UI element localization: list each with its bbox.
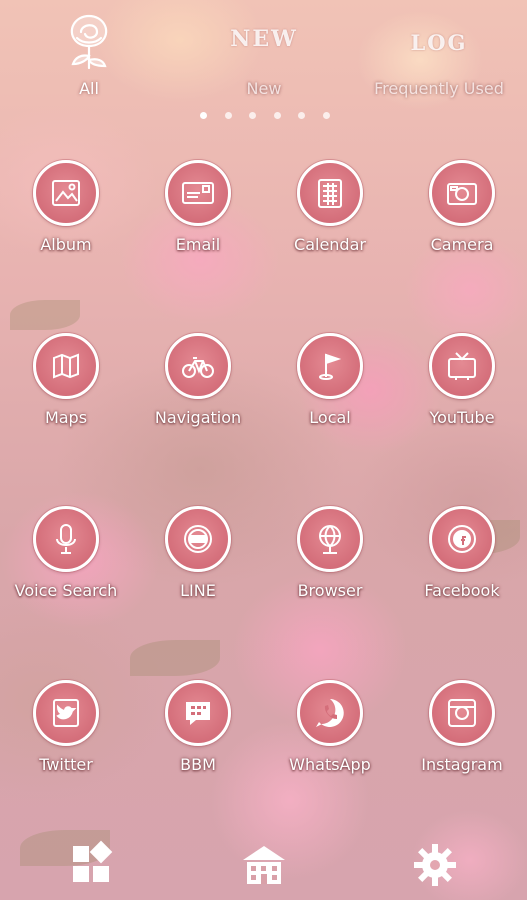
app-twitter[interactable]: Twitter [0, 680, 132, 795]
app-label: Browser [297, 581, 363, 600]
line-badge-icon [165, 506, 231, 572]
envelope-icon [165, 160, 231, 226]
picture-frame-icon [33, 160, 99, 226]
app-label: Twitter [39, 755, 93, 774]
app-voice-search[interactable]: Voice Search [0, 506, 132, 621]
bicycle-icon [165, 333, 231, 399]
app-album[interactable]: Album [0, 160, 132, 275]
app-camera[interactable]: Camera [396, 160, 527, 275]
app-youtube[interactable]: YouTube [396, 333, 527, 448]
page-indicator [200, 112, 330, 122]
facebook-badge-icon [429, 506, 495, 572]
app-drawer-button[interactable] [62, 837, 122, 893]
app-drawer-icon [73, 840, 113, 882]
app-label: BBM [180, 755, 216, 774]
app-label: Local [309, 408, 351, 427]
app-calendar[interactable]: Calendar [264, 160, 396, 275]
rose-icon [70, 14, 108, 70]
tab-bar: All NEW New LOG Frequently Used [0, 0, 527, 110]
page-dot [249, 112, 257, 119]
app-label: Facebook [424, 581, 500, 600]
settings-button[interactable] [405, 837, 465, 893]
instagram-camera-icon [429, 680, 495, 746]
app-label: Calendar [294, 235, 366, 254]
microphone-icon [33, 506, 99, 572]
app-label: LINE [180, 581, 216, 600]
settings-gear-icon [414, 844, 456, 886]
tab-label-all: All [79, 79, 99, 98]
app-label: Maps [44, 408, 88, 427]
app-label: Email [175, 235, 221, 254]
app-label: WhatsApp [289, 755, 371, 774]
tab-new[interactable]: NEW New [176, 0, 352, 110]
app-label: Instagram [421, 755, 503, 774]
wallpaper-leaf [10, 300, 80, 330]
log-emblem-text: LOG [410, 30, 468, 55]
app-maps[interactable]: Maps [0, 333, 132, 448]
app-label: Album [40, 235, 92, 254]
page-dot [273, 112, 281, 119]
app-label: Navigation [154, 408, 242, 427]
tab-all[interactable]: All [1, 0, 177, 110]
chat-bubble-icon [165, 680, 231, 746]
new-emblem-text: NEW [230, 26, 298, 52]
app-bbm[interactable]: BBM [132, 680, 264, 795]
bird-frame-icon [33, 680, 99, 746]
camera-icon [429, 160, 495, 226]
house-icon [243, 846, 285, 884]
app-facebook[interactable]: Facebook [396, 506, 527, 621]
globe-icon [297, 506, 363, 572]
home-button[interactable] [234, 837, 294, 893]
tab-label-frequently-used: Frequently Used [374, 79, 504, 98]
app-local[interactable]: Local [264, 333, 396, 448]
page-dot [298, 112, 306, 119]
app-email[interactable]: Email [132, 160, 264, 275]
phone-bubble-icon [297, 680, 363, 746]
app-navigation[interactable]: Navigation [132, 333, 264, 448]
page-dot [322, 112, 330, 119]
app-browser[interactable]: Browser [264, 506, 396, 621]
app-whatsapp[interactable]: WhatsApp [264, 680, 396, 795]
app-label: Voice Search [14, 581, 118, 600]
page-dot [224, 112, 232, 119]
app-instagram[interactable]: Instagram [396, 680, 527, 795]
wallpaper-leaf [130, 640, 220, 676]
map-icon [33, 333, 99, 399]
app-label: Camera [430, 235, 494, 254]
calendar-icon [297, 160, 363, 226]
app-line[interactable]: LINE [132, 506, 264, 621]
tab-label-new: New [246, 79, 282, 98]
tv-icon [429, 333, 495, 399]
flag-pin-icon [297, 333, 363, 399]
tab-frequently-used[interactable]: LOG Frequently Used [351, 0, 527, 110]
page-dot [200, 112, 207, 119]
app-label: YouTube [429, 408, 495, 427]
